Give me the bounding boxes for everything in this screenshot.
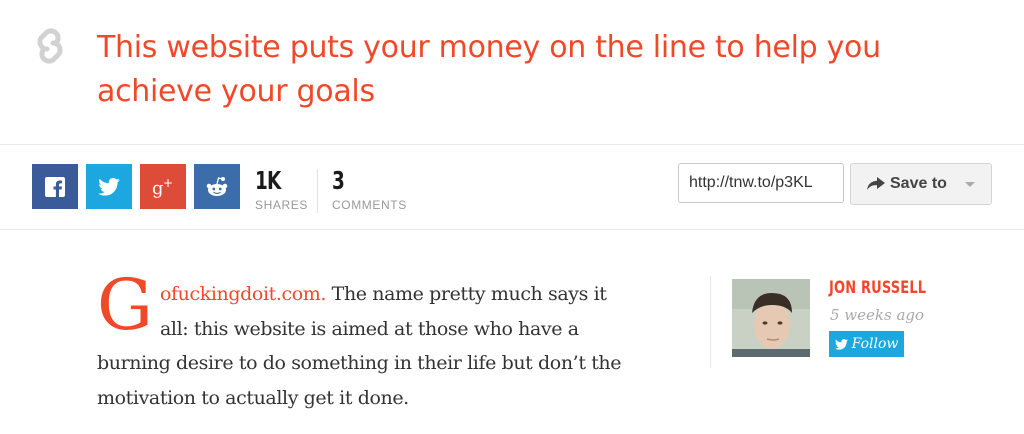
comments-count[interactable]: 3 COMMENTS bbox=[332, 166, 407, 213]
divider bbox=[317, 169, 318, 213]
shares-label: SHARES bbox=[255, 198, 308, 212]
article-text: The name pretty much says it bbox=[326, 283, 607, 305]
twitter-icon bbox=[834, 338, 848, 350]
follow-button[interactable]: Follow bbox=[829, 331, 904, 357]
shares-number: 1K bbox=[255, 166, 281, 195]
article-line-1: ofuckingdoit.com. The name pretty much s… bbox=[160, 283, 607, 305]
follow-label: Follow bbox=[851, 336, 899, 352]
shares-count: 1K SHARES bbox=[255, 166, 308, 213]
googleplus-icon: g + bbox=[152, 176, 173, 198]
svg-text:g: g bbox=[152, 178, 164, 198]
share-arrow-icon bbox=[867, 177, 885, 191]
article-header: This website puts your money on the line… bbox=[0, 0, 1024, 145]
author-divider bbox=[710, 276, 711, 368]
article-line-3: burning desire to do something in their … bbox=[97, 352, 622, 374]
article-title: This website puts your money on the line… bbox=[97, 30, 881, 109]
svg-text:+: + bbox=[163, 176, 173, 190]
facebook-share-button[interactable] bbox=[32, 164, 78, 209]
publish-time: 5 weeks ago bbox=[830, 306, 925, 324]
link-icon bbox=[37, 28, 63, 64]
facebook-icon bbox=[45, 176, 65, 197]
short-url-field[interactable] bbox=[678, 163, 844, 203]
chevron-down-icon bbox=[965, 182, 975, 187]
comments-label: COMMENTS bbox=[332, 198, 407, 212]
article-line-4: motivation to actually get it done. bbox=[97, 387, 409, 409]
share-bar: g + 1K SHARES 3 COMMENTS Save to bbox=[0, 145, 1024, 230]
reddit-share-button[interactable] bbox=[194, 164, 240, 209]
save-to-label: Save to bbox=[890, 175, 947, 192]
reddit-icon bbox=[206, 176, 228, 196]
googleplus-share-button[interactable]: g + bbox=[140, 164, 186, 209]
drop-cap: G bbox=[97, 264, 153, 346]
article-line-2: all: this website is aimed at those who … bbox=[160, 318, 579, 340]
twitter-share-button[interactable] bbox=[86, 164, 132, 209]
author-avatar[interactable] bbox=[732, 279, 810, 357]
author-name-link[interactable]: JON RUSSELL bbox=[829, 278, 926, 298]
save-to-button[interactable]: Save to bbox=[850, 163, 992, 205]
article-source-link[interactable]: ofuckingdoit.com. bbox=[160, 283, 326, 305]
comments-number: 3 bbox=[332, 166, 345, 195]
twitter-icon bbox=[98, 177, 120, 196]
